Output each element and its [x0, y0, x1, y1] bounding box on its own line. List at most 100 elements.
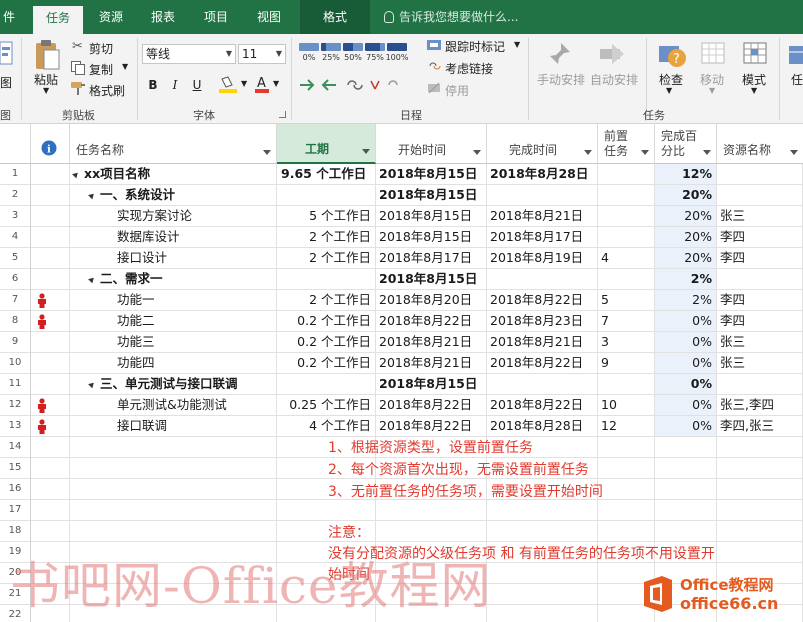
cell-finish[interactable] — [487, 374, 598, 395]
mark-100-percent-button[interactable]: 100% — [384, 43, 410, 62]
cell-name[interactable]: 单元测试&功能测试 — [70, 395, 277, 416]
chevron-down-icon[interactable] — [703, 150, 711, 155]
cell-finish[interactable]: 2018年8月21日 — [487, 332, 598, 353]
cell-pct[interactable]: 2% — [655, 290, 717, 311]
cell-pct[interactable]: 12% — [655, 164, 717, 185]
cell-ind[interactable] — [31, 311, 70, 332]
cell-duration[interactable]: 2 个工作日 — [277, 227, 376, 248]
highlight-color-icon[interactable] — [218, 75, 240, 95]
cell-ind[interactable] — [31, 437, 70, 458]
table-row[interactable]: 18 — [0, 521, 803, 542]
chevron-down-icon[interactable]: ▼ — [43, 86, 49, 95]
cell-pred[interactable]: 9 — [598, 353, 655, 374]
respect-links-button[interactable]: 考虑链接 — [445, 60, 493, 77]
underline-button[interactable]: U — [188, 76, 206, 94]
cell-ind[interactable] — [31, 206, 70, 227]
chevron-down-icon[interactable] — [473, 150, 481, 155]
cell-duration[interactable]: 0.2 个工作日 — [277, 311, 376, 332]
chevron-down-icon[interactable] — [263, 150, 271, 155]
font-color-icon[interactable]: A — [254, 75, 272, 95]
font-dialog-launcher[interactable] — [279, 111, 286, 118]
cell-name[interactable]: 接口设计 — [70, 248, 277, 269]
cell-res[interactable] — [717, 500, 803, 521]
cell-ind[interactable] — [31, 248, 70, 269]
table-row[interactable]: 13 接口联调 4 个工作日 2018年8月22日 2018年8月28日 12 0% 李四,张… — [0, 416, 803, 437]
chevron-down-icon[interactable]: ▼ — [226, 45, 232, 63]
cell-pct[interactable]: 0% — [655, 353, 717, 374]
view-button-label[interactable]: 图 — [0, 74, 12, 91]
header-task-name[interactable]: 任务名称 — [70, 124, 277, 164]
cell-duration[interactable] — [277, 374, 376, 395]
cell-name[interactable] — [70, 437, 277, 458]
tab-report[interactable]: 报表 — [140, 0, 186, 34]
scissors-icon[interactable]: ✂ — [72, 39, 83, 54]
cell-start[interactable]: 2018年8月22日 — [376, 416, 487, 437]
cell-finish[interactable] — [487, 500, 598, 521]
cell-pct[interactable] — [655, 521, 717, 542]
italic-button[interactable]: I — [166, 76, 184, 94]
cell-name[interactable]: 功能二 — [70, 311, 277, 332]
cell-pct[interactable]: 20% — [655, 206, 717, 227]
cell-res[interactable] — [717, 542, 803, 563]
chevron-down-icon[interactable] — [362, 149, 370, 154]
cell-pred[interactable] — [598, 227, 655, 248]
chevron-down-icon[interactable]: ▼ — [241, 79, 247, 88]
cell-pred[interactable]: 7 — [598, 311, 655, 332]
chevron-down-icon[interactable] — [641, 150, 649, 155]
cell-res[interactable] — [717, 479, 803, 500]
header-duration[interactable]: 工期 — [277, 124, 376, 164]
cell-duration[interactable]: 9.65 个工作日 — [277, 164, 376, 185]
cell-start[interactable]: 2018年8月15日 — [376, 269, 487, 290]
gantt-view-icon[interactable] — [0, 40, 14, 68]
cell-start[interactable]: 2018年8月15日 — [376, 206, 487, 227]
font-name-combo[interactable]: 等线 ▼ — [142, 44, 236, 64]
cell-name[interactable] — [70, 458, 277, 479]
cell-res[interactable] — [717, 374, 803, 395]
cell-ind[interactable] — [31, 416, 70, 437]
cell-start[interactable]: 2018年8月15日 — [376, 227, 487, 248]
inspect-icon[interactable]: ? — [657, 40, 687, 70]
cell-name[interactable]: 接口联调 — [70, 416, 277, 437]
cell-start[interactable]: 2018年8月15日 — [376, 374, 487, 395]
cell-res[interactable] — [717, 269, 803, 290]
cell-duration[interactable]: 0.2 个工作日 — [277, 353, 376, 374]
cell-start[interactable]: 2018年8月15日 — [376, 164, 487, 185]
cell-finish[interactable]: 2018年8月28日 — [487, 164, 598, 185]
cell-finish[interactable]: 2018年8月22日 — [487, 395, 598, 416]
cell-finish[interactable]: 2018年8月21日 — [487, 206, 598, 227]
cell-pct[interactable] — [655, 479, 717, 500]
cell-pred[interactable] — [598, 500, 655, 521]
table-row[interactable]: 4 数据库设计 2 个工作日 2018年8月15日 2018年8月17日 20% 李四 — [0, 227, 803, 248]
cell-name[interactable]: 功能四 — [70, 353, 277, 374]
cell-pct[interactable]: 2% — [655, 269, 717, 290]
cell-start[interactable]: 2018年8月21日 — [376, 353, 487, 374]
cell-pred[interactable]: 5 — [598, 290, 655, 311]
cell-res[interactable]: 张三 — [717, 206, 803, 227]
cell-ind[interactable] — [31, 374, 70, 395]
cell-pred[interactable] — [598, 164, 655, 185]
header-percent-complete[interactable]: 完成百 分比 — [655, 124, 717, 164]
cell-res[interactable]: 张三 — [717, 332, 803, 353]
cell-finish[interactable] — [487, 521, 598, 542]
cell-name[interactable]: 实现方案讨论 — [70, 206, 277, 227]
tab-resource[interactable]: 资源 — [88, 0, 134, 34]
cell-start[interactable] — [376, 521, 487, 542]
cell-start[interactable]: 2018年8月15日 — [376, 185, 487, 206]
cell-finish[interactable] — [487, 584, 598, 605]
cell-res[interactable]: 李四 — [717, 227, 803, 248]
cell-finish[interactable]: 2018年8月22日 — [487, 353, 598, 374]
cell-start[interactable]: 2018年8月22日 — [376, 395, 487, 416]
cell-pct[interactable]: 20% — [655, 227, 717, 248]
track-mark-button[interactable]: 跟踪时标记 — [445, 38, 505, 55]
cell-pct[interactable]: 0% — [655, 395, 717, 416]
cell-duration[interactable]: 2 个工作日 — [277, 248, 376, 269]
cell-res[interactable]: 张三 — [717, 353, 803, 374]
cell-res[interactable] — [717, 185, 803, 206]
cell-pred[interactable] — [598, 269, 655, 290]
table-row[interactable]: 3 实现方案讨论 5 个工作日 2018年8月15日 2018年8月21日 20% 张三 — [0, 206, 803, 227]
cell-name[interactable] — [70, 479, 277, 500]
tab-view[interactable]: 视图 — [246, 0, 292, 34]
copy-icon[interactable] — [71, 61, 85, 75]
cell-pct[interactable]: 0% — [655, 374, 717, 395]
collapse-triangle-icon[interactable] — [88, 275, 96, 284]
